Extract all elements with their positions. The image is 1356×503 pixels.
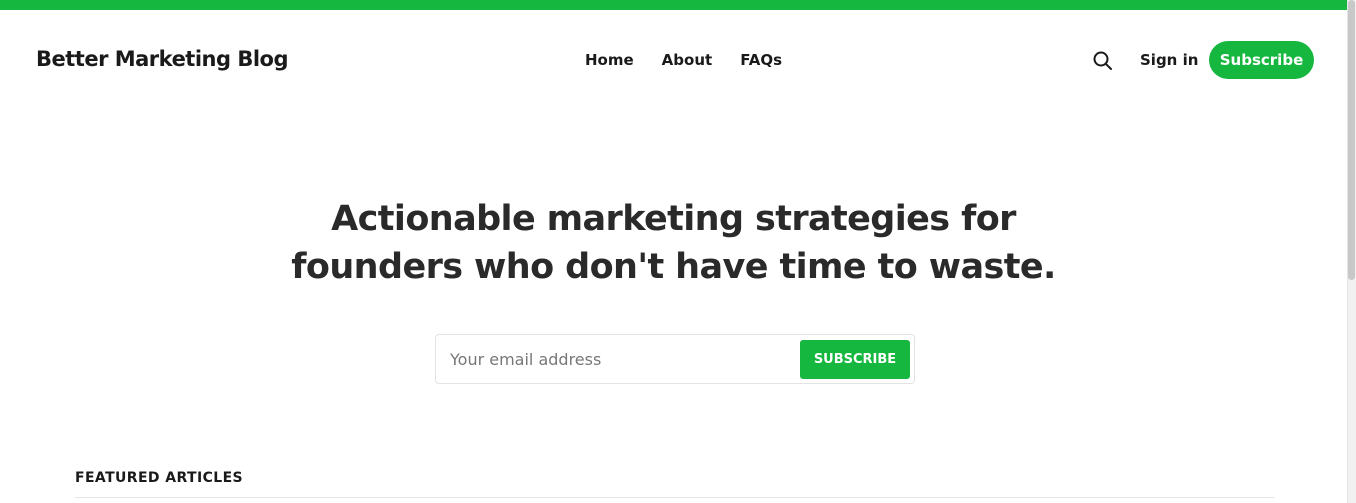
sign-in-link[interactable]: Sign in [1140,51,1198,69]
hero: Actionable marketing strategies for foun… [0,195,1347,291]
scrollbar-thumb[interactable] [1348,0,1355,280]
subscribe-button[interactable]: Subscribe [1209,41,1314,79]
page-scrollbar[interactable] [1347,0,1356,503]
nav-about[interactable]: About [662,51,713,69]
section-divider [75,497,1274,498]
nav-home[interactable]: Home [585,51,634,69]
newsletter-subscribe-button[interactable]: SUBSCRIBE [800,340,910,379]
nav-faqs[interactable]: FAQs [740,51,782,69]
site-header: Better Marketing Blog Home About FAQs Si… [0,10,1347,110]
featured-articles-heading: FEATURED ARTICLES [75,470,244,486]
main-nav: Home About FAQs [585,51,782,69]
site-brand[interactable]: Better Marketing Blog [36,47,289,71]
hero-headline: Actionable marketing strategies for foun… [0,195,1347,291]
hero-line-2: founders who don't have time to waste. [291,247,1056,287]
newsletter-form: SUBSCRIBE [435,334,915,384]
hero-line-1: Actionable marketing strategies for [331,199,1016,239]
email-input[interactable] [450,344,790,374]
search-icon[interactable] [1092,50,1114,72]
top-accent-bar [0,0,1347,10]
